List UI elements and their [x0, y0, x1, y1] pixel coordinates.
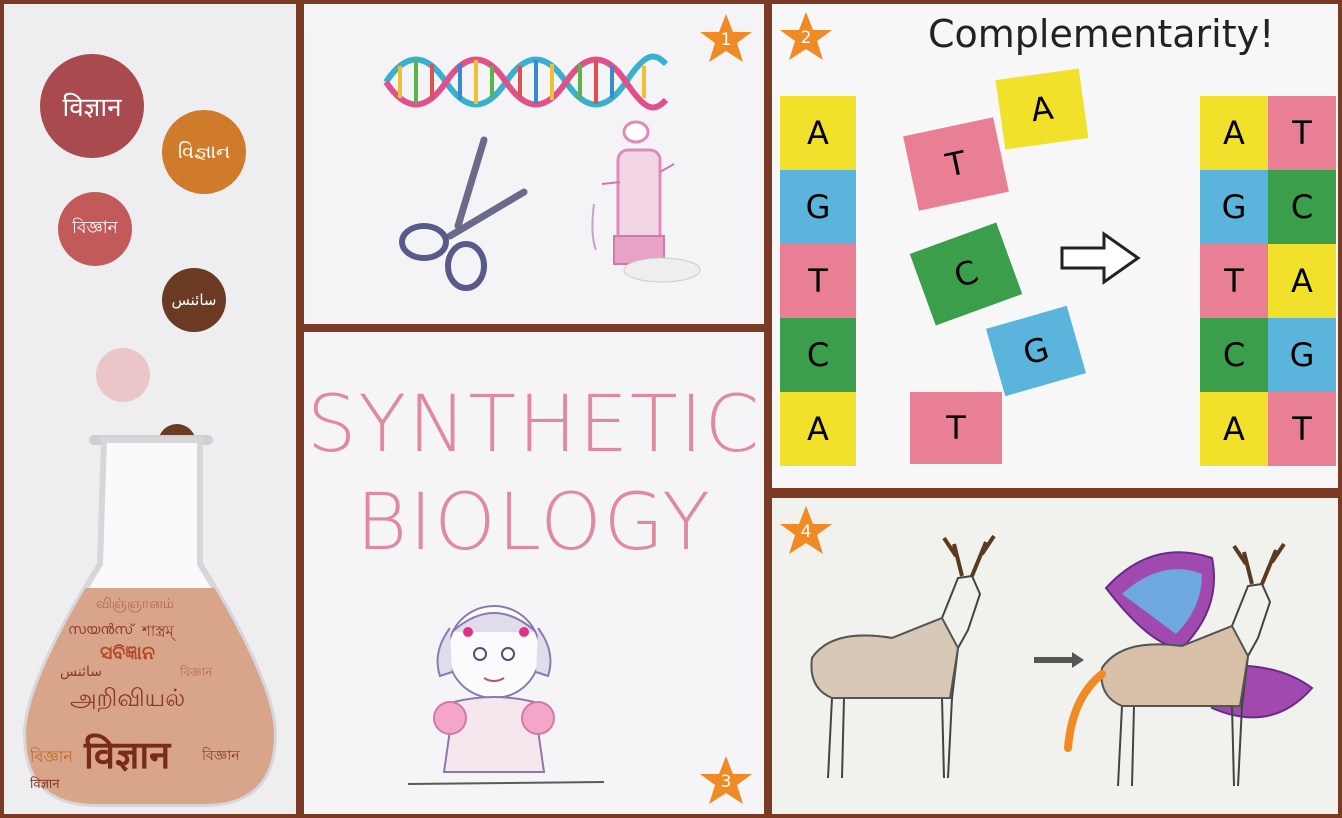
flask-word-cloud: விஞ்ஞானம் শাস্ত্রম্ സയൻസ് ସବିଜ୍ଞାନ سائنس… — [30, 594, 270, 799]
badge-1: 1 — [698, 12, 754, 68]
flask-word: ସବିଜ୍ଞାନ — [100, 642, 155, 664]
piece-a2: A — [780, 392, 856, 466]
arrow-right-icon — [1060, 231, 1141, 285]
flask-word: സയൻസ് — [68, 622, 134, 638]
flask-word-large: विज्ञान — [84, 733, 171, 777]
pair-row: A T — [1200, 392, 1336, 466]
flask-word: বিজ্ঞান — [180, 665, 213, 679]
paired-column: A T G C T A C G A T — [1200, 96, 1336, 466]
flask-word: سائنس — [60, 664, 102, 680]
pair-row: A T — [1200, 96, 1336, 170]
flask-word: विज्ञान — [30, 777, 60, 792]
loose-piece-g: G — [985, 305, 1087, 397]
piece-t: T — [780, 244, 856, 318]
pair-row: T A — [1200, 244, 1336, 318]
flask-word: বিজ্ঞান — [202, 748, 240, 764]
flask-word: বিজ্ঞান — [30, 747, 73, 766]
loose-piece-c: C — [909, 222, 1023, 326]
complementarity-title: Complementarity! — [928, 12, 1275, 56]
left-column: A G T C A — [780, 96, 856, 466]
panel-deer: 4 — [772, 498, 1338, 814]
pair-row: C G — [1200, 318, 1336, 392]
panel-tools: 1 — [304, 4, 764, 324]
glue-tube-icon — [591, 120, 701, 283]
piece-c: C — [780, 318, 856, 392]
languages-panel: विज्ञान વિજ્ઞાન বিজ্ঞান سائنس விஞ்ஞானம் … — [4, 4, 296, 814]
loose-piece-a: A — [995, 68, 1089, 150]
pair-row: G C — [1200, 170, 1336, 244]
badge-2-number: 2 — [800, 28, 812, 48]
loose-piece-t: T — [903, 117, 1009, 211]
panel-synthetic-biology: SYNTHETIC BIOLOGY 3 — [304, 332, 764, 814]
badge-3-number: 3 — [720, 772, 732, 792]
panel-complementarity: 2 Complementarity! A G T C A A T C G T A… — [772, 4, 1338, 488]
girl-illustration — [407, 605, 605, 785]
badge-3: 3 — [698, 754, 754, 810]
piece-g: G — [780, 170, 856, 244]
flask-word: விஞ்ஞானம் — [96, 596, 175, 612]
piece-a: A — [780, 96, 856, 170]
badge-1-number: 1 — [720, 30, 732, 50]
deer-illustration — [810, 534, 1314, 787]
loose-piece-t2: T — [910, 392, 1002, 464]
flask-word: அறிவியல் — [70, 684, 186, 712]
badge-2: 2 — [778, 10, 834, 66]
